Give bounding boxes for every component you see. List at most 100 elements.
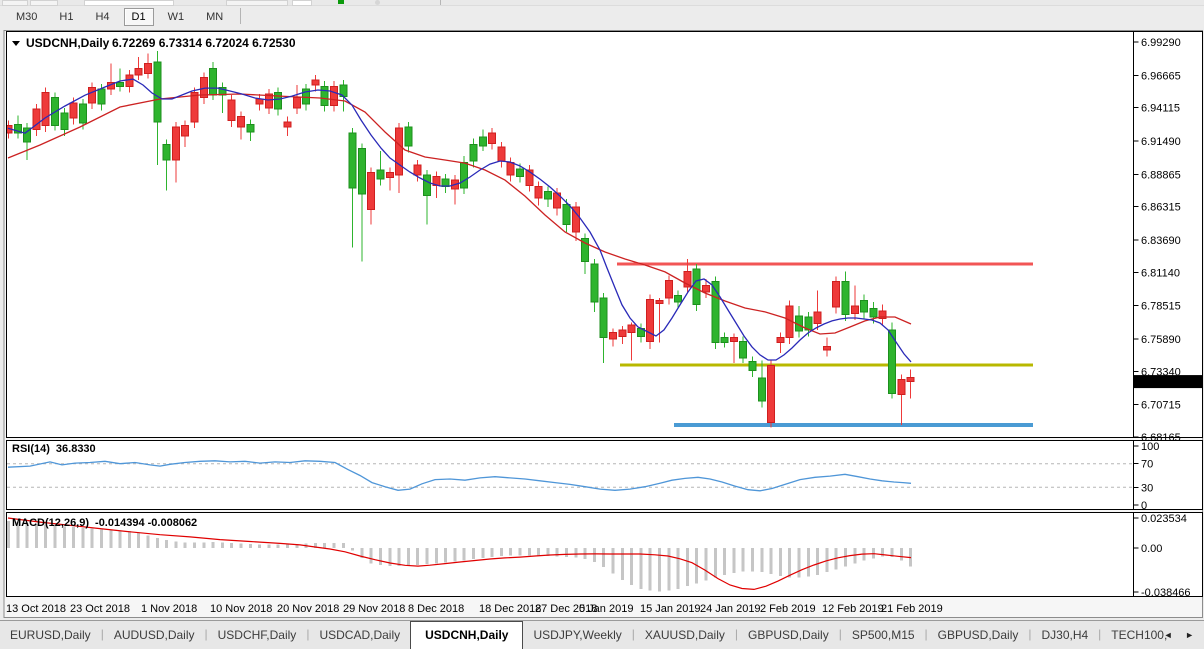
macd-bar [109, 530, 112, 548]
macd-bar [686, 548, 689, 586]
chart-canvas[interactable]: USDCNH,Daily6.72269 6.73314 6.72024 6.72… [0, 0, 1204, 649]
date-tick-label: 20 Nov 2018 [277, 603, 339, 615]
price-tick-label: 6.75890 [1141, 334, 1181, 346]
macd-bar [72, 527, 75, 548]
price-tick-label: 6.91490 [1141, 136, 1181, 148]
candle-body [191, 93, 198, 122]
candle-body [182, 126, 189, 136]
rsi-tick-label: 70 [1141, 459, 1153, 471]
macd-bar [491, 548, 494, 557]
candle-body [665, 280, 672, 298]
rsi-tick-label: 0 [1141, 500, 1147, 512]
rsi-pane[interactable] [7, 441, 1203, 510]
macd-bar [63, 526, 66, 548]
chart-tab-gbpusd-daily[interactable]: GBPUSD,Daily [738, 622, 839, 649]
candle-body [368, 173, 375, 210]
candle-body [163, 145, 170, 160]
price-tick-label: 6.70715 [1141, 400, 1181, 412]
chart-tab-xauusd-daily[interactable]: XAUUSD,Daily [635, 622, 735, 649]
chart-tab-usdcnh-daily[interactable]: USDCNH,Daily [410, 621, 523, 649]
candle-body [898, 379, 905, 394]
macd-bar [212, 542, 215, 548]
candle-body [610, 332, 617, 338]
chart-tabs-bar: ◄ ► EURUSD,Daily|AUDUSD,Daily|USDCHF,Dai… [0, 620, 1204, 649]
macd-bar [453, 548, 456, 562]
date-tick-label: 5 Jan 2019 [579, 603, 633, 615]
candle-body [489, 133, 496, 143]
date-tick-label: 18 Dec 2018 [479, 603, 541, 615]
macd-bar [184, 542, 187, 548]
macd-bar [323, 543, 326, 548]
macd-bar [760, 548, 763, 572]
tab-scroll-right-icon[interactable]: ► [1180, 630, 1199, 640]
macd-bar [742, 548, 745, 572]
macd-bar [602, 548, 605, 567]
macd-bar [537, 548, 540, 556]
candle-body [70, 103, 77, 118]
macd-bar [770, 548, 773, 574]
chart-tab-sp500-m15[interactable]: SP500,M15 [842, 622, 925, 649]
chart-tab-dj30-h4[interactable]: DJ30,H4 [1031, 622, 1098, 649]
macd-bar [816, 548, 819, 575]
candle-body [89, 88, 96, 103]
macd-bar [519, 548, 522, 555]
candle-body [98, 89, 105, 104]
chart-tab-audusd-daily[interactable]: AUDUSD,Daily [104, 622, 205, 649]
tab-scroll-arrows: ◄ ► [1159, 630, 1199, 640]
chart-tab-usdcad-daily[interactable]: USDCAD,Daily [309, 622, 410, 649]
macd-bar [500, 548, 503, 556]
macd-bar [91, 529, 94, 548]
macd-bar [165, 540, 168, 548]
macd-tick-label: 0.00 [1141, 543, 1162, 555]
chart-tab-eurusd-daily[interactable]: EURUSD,Daily [0, 622, 101, 649]
candle-body [823, 346, 830, 350]
rsi-tick-label: 30 [1141, 482, 1153, 494]
date-tick-label: 13 Oct 2018 [6, 603, 66, 615]
price-tick-label: 6.81140 [1141, 267, 1180, 279]
candle-body [721, 338, 728, 343]
price-tick-label: 6.88865 [1141, 169, 1181, 181]
candle-body [349, 133, 356, 188]
date-tick-label: 1 Nov 2018 [141, 603, 197, 615]
candle-body [172, 127, 179, 160]
candle-body [544, 192, 551, 200]
candle-body [498, 147, 505, 161]
macd-bar [481, 548, 484, 558]
macd-bar [277, 544, 280, 548]
macd-bar [100, 529, 103, 548]
candle-body [275, 93, 282, 109]
macd-bar [249, 544, 252, 548]
macd-bar [444, 548, 447, 562]
chart-tab-usdjpy-weekly[interactable]: USDJPY,Weekly [523, 622, 631, 649]
candle-body [507, 162, 514, 175]
main-pane[interactable] [7, 32, 1203, 438]
macd-bar [788, 548, 791, 577]
candle-body [405, 127, 412, 146]
macd-bar [7, 521, 10, 548]
candle-body [210, 69, 217, 96]
candle-body [79, 104, 86, 123]
candle-body [284, 122, 291, 127]
chart-tab-gbpusd-daily[interactable]: GBPUSD,Daily [928, 622, 1029, 649]
macd-bar [798, 548, 801, 578]
candle-body [740, 341, 747, 357]
date-tick-label: 2 Feb 2019 [760, 603, 816, 615]
candle-body [870, 308, 877, 317]
candle-body [461, 162, 468, 187]
date-tick-label: 10 Nov 2018 [210, 603, 272, 615]
candle-body [833, 282, 840, 307]
chart-tab-usdchf-daily[interactable]: USDCHF,Daily [208, 622, 307, 649]
macd-tick-label: -0.038466 [1141, 587, 1191, 599]
macd-bar [240, 544, 243, 548]
macd-label: MACD(12,26,9)-0.014394 -0.008062 [12, 517, 197, 529]
current-price-label: 6.72530 [1138, 377, 1178, 389]
tab-scroll-left-icon[interactable]: ◄ [1159, 630, 1178, 640]
candle-body [42, 93, 49, 126]
macd-bar [435, 548, 438, 563]
macd-bar [147, 535, 150, 548]
candle-body [424, 175, 431, 195]
candle-body [591, 264, 598, 302]
candle-body [470, 145, 477, 161]
price-tick-label: 6.86315 [1141, 202, 1181, 214]
macd-bar [342, 543, 345, 548]
